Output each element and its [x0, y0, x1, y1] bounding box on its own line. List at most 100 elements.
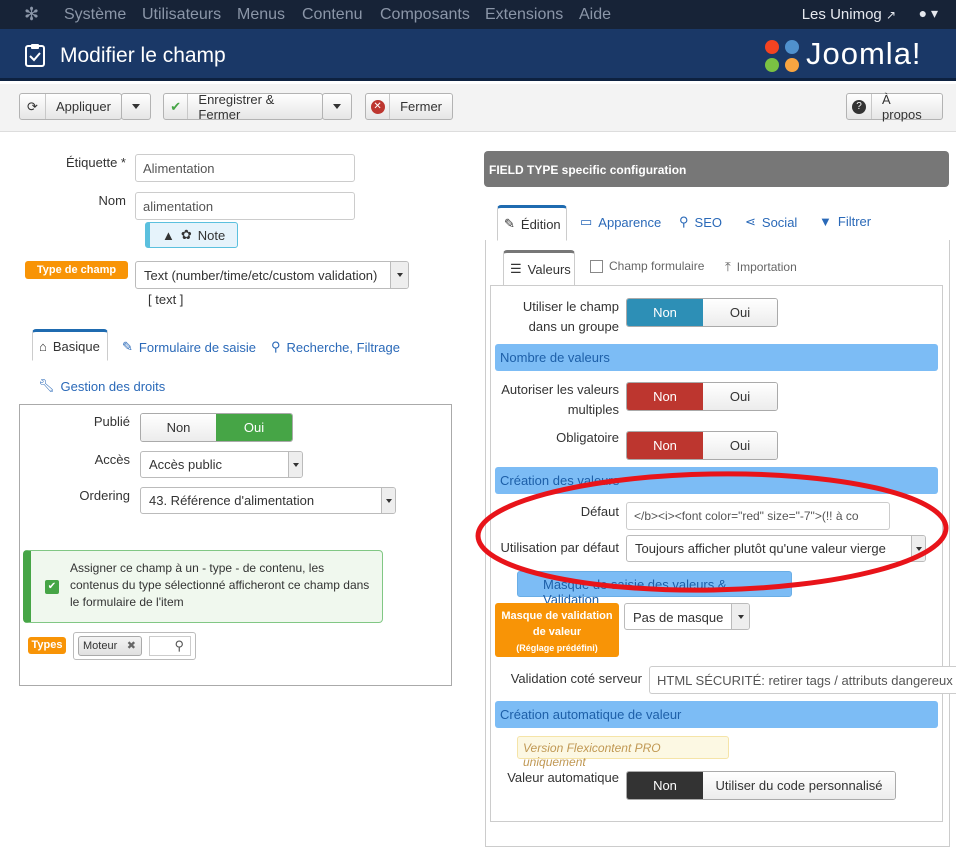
save-close-button[interactable]: ✔ Enregistrer & Fermer: [163, 92, 323, 122]
chevron-down-icon: [288, 452, 302, 477]
caret-down-icon: [333, 104, 341, 109]
auto-value-custom[interactable]: Utiliser du code personnalisé: [703, 772, 895, 799]
auto-value-label: Valeur automatique: [507, 770, 619, 785]
validation-mask-select[interactable]: Pas de masque: [624, 603, 750, 630]
types-tag[interactable]: Moteur ✖: [78, 636, 142, 656]
menu-contenu[interactable]: Contenu: [302, 6, 363, 24]
help-icon: ?: [847, 94, 873, 119]
field-type-badge: Type de champ: [25, 261, 128, 279]
menu-extensions[interactable]: Extensions: [485, 6, 563, 24]
types-search-input[interactable]: ⚲: [149, 636, 191, 656]
edit-icon: ✎: [504, 216, 515, 231]
allow-multiple-no[interactable]: Non: [627, 383, 703, 410]
joomla-logo-text: Joomla!: [806, 36, 922, 71]
toolbar: ⟳ Appliquer ✔ Enregistrer & Fermer ✕ Fermer…: [0, 84, 956, 132]
checkbox-icon: [590, 259, 603, 273]
ordering-select[interactable]: 43. Référence d'alimentation: [140, 487, 396, 514]
refresh-icon: ⟳: [20, 94, 46, 119]
name-input[interactable]: alimentation: [135, 192, 355, 220]
required-label: Obligatoire: [556, 430, 619, 445]
gear-icon: ✿: [180, 227, 192, 242]
tab-formulaire-saisie[interactable]: ✎ Formulaire de saisie: [122, 339, 256, 355]
published-yes-option[interactable]: Oui: [216, 414, 292, 441]
required-no[interactable]: Non: [627, 432, 703, 459]
check-icon: ✔: [164, 94, 189, 119]
access-label: Accès: [94, 452, 130, 467]
field-type-select[interactable]: Text (number/time/etc/custom validation): [135, 261, 409, 289]
published-label: Publié: [93, 414, 130, 429]
highlight-ellipse: [475, 471, 949, 593]
chevron-down-icon: [731, 604, 749, 629]
top-navbar: ✻ Système Utilisateurs Menus Contenu Com…: [0, 0, 956, 29]
external-link-icon: ↗: [885, 8, 896, 22]
allow-multiple-toggle[interactable]: Non Oui: [626, 382, 778, 411]
page-header: Modifier le champ Joomla!: [0, 29, 956, 81]
ordering-label: Ordering: [79, 488, 130, 503]
caret-down-icon: [132, 104, 140, 109]
label-input[interactable]: Alimentation: [135, 154, 355, 182]
tab-edition[interactable]: ✎ Édition: [497, 205, 567, 241]
remove-tag-icon[interactable]: ✖: [127, 639, 136, 652]
close-circle-icon: ✕: [366, 94, 391, 119]
user-icon[interactable]: ● ▾: [919, 5, 938, 22]
use-in-group-yes[interactable]: Oui: [703, 299, 777, 326]
database-icon: ☰: [510, 261, 522, 276]
subtab-valeurs[interactable]: ☰ Valeurs: [503, 250, 575, 286]
name-field-label: Nom: [98, 193, 126, 208]
save-dropdown-button[interactable]: [322, 93, 352, 120]
search-icon: ⚲: [271, 339, 281, 354]
checkbox-checked-icon[interactable]: ✔: [45, 580, 59, 594]
menu-composants[interactable]: Composants: [380, 6, 470, 24]
auto-value-toggle[interactable]: Non Utiliser du code personnalisé: [626, 771, 896, 800]
wrench-icon: 🔧︎: [38, 378, 55, 393]
server-validation-select[interactable]: HTML SÉCURITÉ: retirer tags / attributs …: [649, 666, 956, 694]
site-link[interactable]: Les Unimog ↗: [802, 6, 896, 23]
auto-value-no[interactable]: Non: [627, 772, 703, 799]
section-creation-auto: Création automatique de valeur: [495, 701, 938, 728]
access-select[interactable]: Accès public: [140, 451, 303, 478]
subtab-champ-formulaire[interactable]: Champ formulaire: [590, 259, 704, 273]
tab-social[interactable]: ⋖ Social: [745, 214, 797, 230]
note-button[interactable]: ▲ ✿ Note: [145, 222, 238, 248]
tab-apparence[interactable]: ▭ Apparence: [580, 214, 661, 230]
upload-icon: ⤒: [725, 259, 731, 274]
types-badge: Types: [28, 637, 66, 654]
published-toggle[interactable]: Non Oui: [140, 413, 293, 442]
close-button[interactable]: ✕ Fermer: [365, 93, 453, 120]
page-title: Modifier le champ: [60, 44, 226, 67]
menu-systeme[interactable]: Système: [64, 6, 126, 24]
tab-gestion-droits[interactable]: 🔧︎ Gestion des droits: [38, 378, 165, 394]
chevron-down-icon: [390, 262, 408, 288]
joomla-menu-icon[interactable]: ✻: [24, 4, 39, 25]
menu-utilisateurs[interactable]: Utilisateurs: [142, 6, 221, 24]
validation-mask-badge: Masque de validation de valeur (Réglage p…: [495, 603, 619, 657]
apply-button[interactable]: ⟳ Appliquer: [19, 93, 122, 120]
search-icon: ⚲: [174, 638, 184, 653]
apply-dropdown-button[interactable]: [121, 93, 151, 120]
validation-mask-subtitle: (Réglage prédéfini): [516, 643, 598, 653]
about-button[interactable]: ? À propos: [846, 92, 943, 122]
chevron-down-icon: [381, 488, 395, 513]
published-no-option[interactable]: Non: [141, 414, 216, 441]
menu-menus[interactable]: Menus: [237, 6, 285, 24]
field-type-config-header: FIELD TYPE specific configuration: [484, 151, 949, 187]
tab-recherche-filtrage[interactable]: ⚲ Recherche, Filtrage: [271, 339, 400, 355]
use-in-group-toggle[interactable]: Non Oui: [626, 298, 778, 327]
site-name: Les Unimog: [801, 6, 882, 23]
menu-aide[interactable]: Aide: [579, 6, 611, 24]
server-validation-label: Validation coté serveur: [510, 671, 642, 686]
allow-multiple-yes[interactable]: Oui: [703, 383, 777, 410]
use-in-group-label: Utiliser le champ dans un groupe: [522, 299, 619, 334]
section-nombre-valeurs: Nombre de valeurs: [495, 344, 938, 371]
use-in-group-no[interactable]: Non: [627, 299, 703, 326]
subtab-importation[interactable]: ⤒ Importation: [725, 259, 797, 275]
field-type-code: [ text ]: [148, 292, 184, 307]
filter-icon: ▼: [819, 214, 832, 229]
label-field-label: Étiquette *: [66, 155, 126, 170]
required-yes[interactable]: Oui: [703, 432, 777, 459]
tab-seo[interactable]: ⚲ SEO: [679, 214, 722, 230]
tab-filtrer[interactable]: ▼ Filtrer: [819, 214, 871, 229]
tab-basique[interactable]: ⌂ Basique: [32, 329, 108, 361]
required-toggle[interactable]: Non Oui: [626, 431, 778, 460]
warning-icon: ▲: [162, 227, 175, 243]
